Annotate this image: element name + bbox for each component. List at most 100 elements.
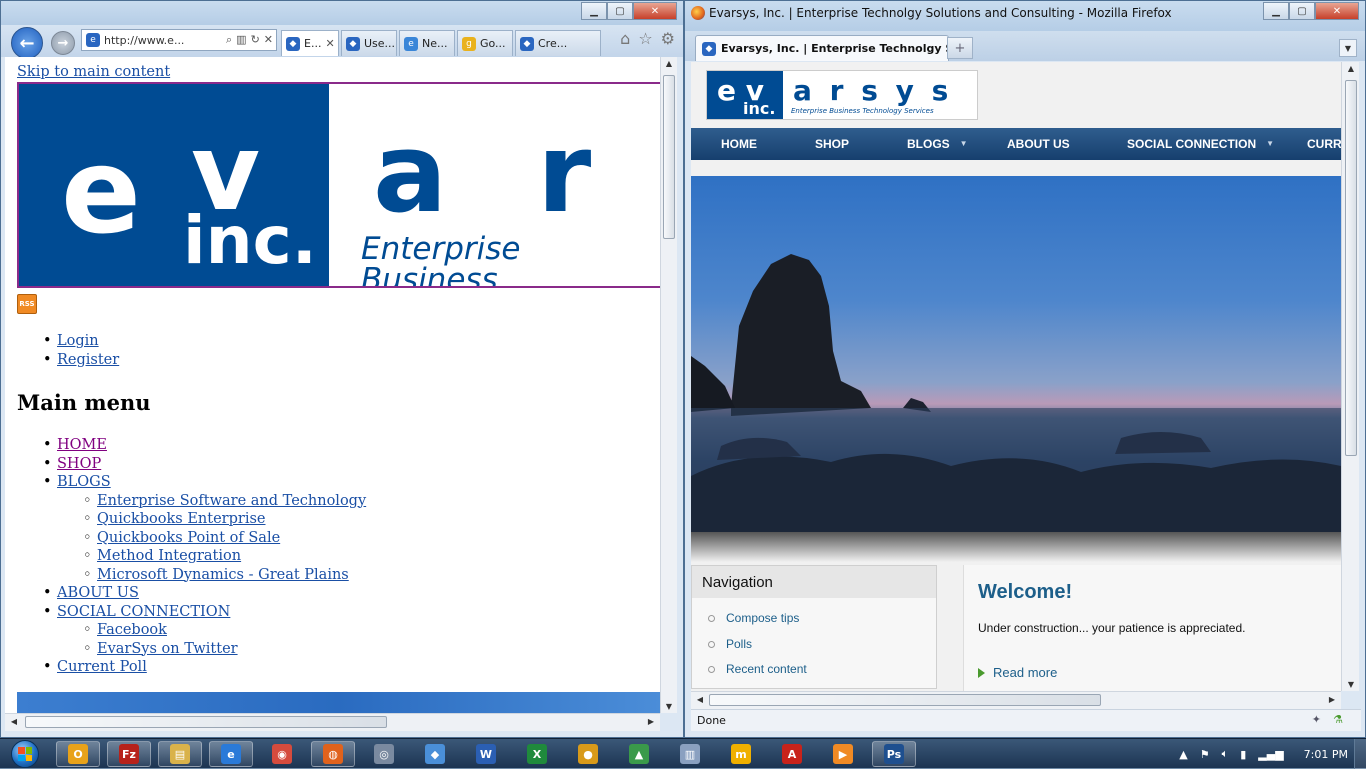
ie-tab-1[interactable]: ◆ Use...: [341, 30, 397, 56]
skip-to-content-link[interactable]: Skip to main content: [17, 64, 170, 80]
ff-menu-about[interactable]: ABOUT US: [1007, 137, 1070, 151]
ff-menu-home[interactable]: HOME: [721, 137, 757, 151]
new-tab-button[interactable]: +: [947, 37, 973, 59]
nav-compose-tips[interactable]: Compose tips: [708, 606, 936, 632]
ff-menu-current[interactable]: CURR: [1307, 137, 1341, 151]
taskbar-pdf-button[interactable]: A: [770, 741, 814, 767]
menu-social-link[interactable]: SOCIAL CONNECTION: [57, 604, 230, 620]
menu-poll-link[interactable]: Current Poll: [57, 659, 147, 675]
ff-menu-social[interactable]: SOCIAL CONNECTION ▼: [1127, 137, 1274, 151]
nav-polls[interactable]: Polls: [708, 632, 936, 658]
facebook-link[interactable]: Facebook: [97, 622, 167, 638]
menu-home-link[interactable]: HOME: [57, 437, 107, 453]
ie-vertical-scrollbar[interactable]: ▲ ▼: [660, 57, 677, 713]
home-icon[interactable]: ⌂: [620, 29, 630, 48]
address-controls: ⌕ ▥ ↻ ✕: [226, 33, 276, 47]
ff-vscroll-thumb[interactable]: [1345, 80, 1357, 456]
ff-menu-blogs[interactable]: BLOGS ▼: [907, 137, 968, 151]
taskbar-internet-explorer-button[interactable]: e: [209, 741, 253, 767]
pdf-icon: A: [782, 744, 802, 764]
taskbar-firefox-button[interactable]: ◍: [311, 741, 355, 767]
taskbar-media-button[interactable]: ●: [566, 741, 610, 767]
chevron-down-icon[interactable]: ▼: [1339, 39, 1357, 57]
scroll-left-icon[interactable]: ◀: [7, 717, 21, 726]
taskbar-player-button[interactable]: ▶: [821, 741, 865, 767]
ff-vertical-scrollbar[interactable]: ▲ ▼: [1341, 62, 1359, 691]
taskbar-chart-button[interactable]: ▲: [617, 741, 661, 767]
addon-icon[interactable]: ✦: [1312, 713, 1321, 726]
scroll-up-icon[interactable]: ▲: [1344, 64, 1358, 73]
maximize-button[interactable]: ▢: [1289, 2, 1315, 20]
ie-hscroll-thumb[interactable]: [25, 716, 387, 728]
scroll-left-icon[interactable]: ◀: [693, 695, 707, 704]
ff-menu-shop[interactable]: SHOP: [815, 137, 849, 151]
arrow-left-icon: ←: [19, 32, 35, 54]
login-link[interactable]: Login: [57, 333, 99, 349]
taskbar-doc-button[interactable]: ▥: [668, 741, 712, 767]
nav-recent-content[interactable]: Recent content: [708, 657, 936, 683]
search-icon[interactable]: ⌕: [226, 33, 232, 47]
show-desktop-button[interactable]: [1354, 739, 1366, 769]
ie-tab-3[interactable]: g Go...: [457, 30, 513, 56]
taskbar-photoshop-button[interactable]: Ps: [872, 741, 916, 767]
close-button[interactable]: ✕: [633, 2, 677, 20]
network-signal-icon[interactable]: ▂▄▆: [1258, 748, 1283, 761]
taskbar-meebo-button[interactable]: m: [719, 741, 763, 767]
compat-view-icon[interactable]: ▥: [236, 33, 246, 47]
maximize-button[interactable]: ▢: [607, 2, 633, 20]
blog-link[interactable]: Microsoft Dynamics - Great Plains: [97, 567, 349, 583]
blog-link[interactable]: Quickbooks Point of Sale: [97, 530, 280, 546]
minimize-button[interactable]: ▁: [1263, 2, 1289, 20]
welcome-title[interactable]: Welcome!: [978, 581, 1072, 604]
ie-horizontal-scrollbar[interactable]: ◀ ▶: [5, 713, 660, 731]
register-link[interactable]: Register: [57, 352, 119, 368]
scroll-right-icon[interactable]: ▶: [1325, 695, 1339, 704]
ff-tab-active[interactable]: ◆ Evarsys, Inc. | Enterprise Technolgy S.…: [695, 35, 949, 61]
blog-link[interactable]: Enterprise Software and Technology: [97, 493, 366, 509]
taskbar-chrome-button[interactable]: ◉: [260, 741, 304, 767]
twitter-link[interactable]: EvarSys on Twitter: [97, 641, 238, 657]
scroll-up-icon[interactable]: ▲: [662, 59, 676, 68]
scroll-right-icon[interactable]: ▶: [644, 717, 658, 726]
flask-icon[interactable]: ⚗: [1333, 713, 1343, 726]
taskbar-word-button[interactable]: W: [464, 741, 508, 767]
refresh-icon[interactable]: ↻: [251, 33, 260, 47]
menu-about-link[interactable]: ABOUT US: [57, 585, 139, 601]
start-button[interactable]: [4, 739, 46, 769]
rss-feed-icon[interactable]: RSS: [17, 294, 37, 314]
menu-shop-link[interactable]: SHOP: [57, 456, 101, 472]
read-more-link[interactable]: Read more: [978, 665, 1057, 680]
taskbar-excel-button[interactable]: X: [515, 741, 559, 767]
stop-icon[interactable]: ✕: [264, 33, 273, 47]
address-bar[interactable]: e http://www.e... ⌕ ▥ ↻ ✕: [81, 29, 277, 51]
close-tab-icon[interactable]: ✕: [325, 37, 334, 50]
ie-tab-4[interactable]: ◆ Cre...: [515, 30, 601, 56]
forward-button[interactable]: →: [51, 31, 75, 55]
taskbar-network-button[interactable]: ◎: [362, 741, 406, 767]
volume-icon[interactable]: 🔈︎: [1222, 747, 1229, 761]
menu-blogs-link[interactable]: BLOGS: [57, 474, 111, 490]
taskbar-notes-button[interactable]: ◆: [413, 741, 457, 767]
minimize-button[interactable]: ▁: [581, 2, 607, 20]
ie-vscroll-thumb[interactable]: [663, 75, 675, 239]
scroll-down-icon[interactable]: ▼: [662, 702, 676, 711]
ie-tab-2[interactable]: e Ne...: [399, 30, 455, 56]
taskbar-outlook-button[interactable]: O: [56, 741, 100, 767]
action-center-icon[interactable]: ⚑: [1200, 748, 1210, 761]
close-button[interactable]: ✕: [1315, 2, 1359, 20]
clock[interactable]: 7:01 PM: [1304, 748, 1348, 761]
taskbar-filezilla-button[interactable]: Fz: [107, 741, 151, 767]
taskbar-explorer-button[interactable]: ▤: [158, 741, 202, 767]
scroll-down-icon[interactable]: ▼: [1344, 680, 1358, 689]
blog-link[interactable]: Method Integration: [97, 548, 241, 564]
ie-tab-0[interactable]: ◆ E... ✕: [281, 30, 339, 56]
gear-icon[interactable]: ⚙: [661, 29, 675, 48]
ff-horizontal-scrollbar[interactable]: ◀ ▶: [691, 691, 1341, 709]
show-hidden-icons[interactable]: ▲: [1179, 748, 1187, 761]
ff-hscroll-thumb[interactable]: [709, 694, 1101, 706]
site-logo[interactable]: e v inc. a r s y s Enterprise Business T…: [706, 70, 978, 120]
favorites-star-icon[interactable]: ☆: [638, 29, 652, 48]
back-button[interactable]: ←: [11, 27, 43, 59]
blog-link[interactable]: Quickbooks Enterprise: [97, 511, 266, 527]
battery-icon[interactable]: ▮: [1240, 748, 1246, 761]
